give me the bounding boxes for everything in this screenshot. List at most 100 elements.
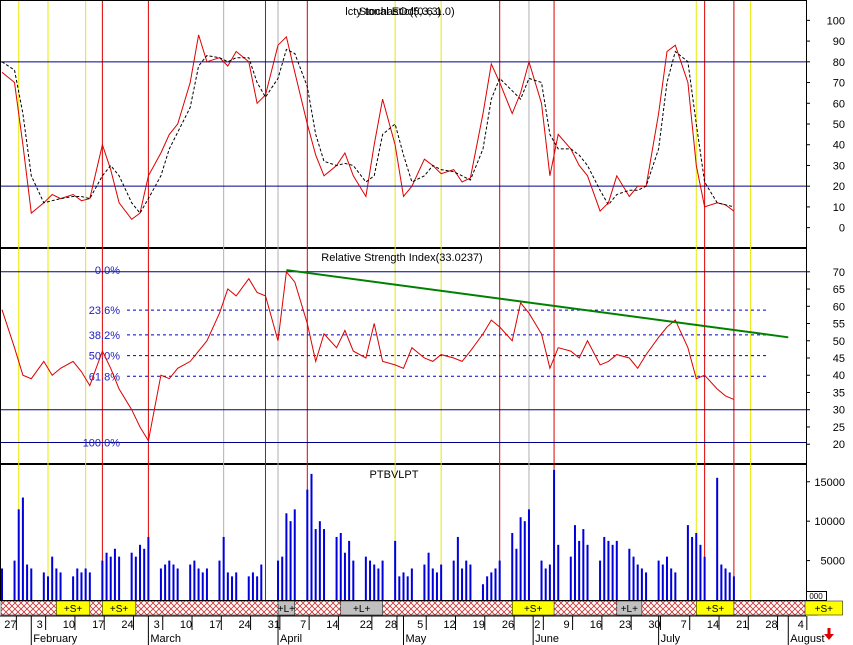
rsi-y-tick-label: 30 (833, 405, 845, 417)
month-label: May (406, 633, 427, 645)
volume-bar (511, 533, 514, 600)
volume-bar (42, 572, 45, 600)
fibonacci-label: 23.6% (89, 305, 120, 317)
volume-bar (611, 544, 614, 600)
stochastic-y-tick-label: 80 (833, 57, 845, 69)
month-label: August (790, 633, 824, 645)
volume-bar (76, 568, 79, 600)
volume-bar (281, 556, 284, 600)
volume-bar (159, 568, 162, 600)
volume-bar (615, 540, 618, 600)
volume-bar (364, 556, 367, 600)
volume-bar (691, 536, 694, 600)
volume-bar (519, 517, 522, 600)
volume-bar (548, 564, 551, 600)
stochastic-y-tick-label: 50 (833, 119, 845, 131)
volume-bar (80, 572, 83, 600)
day-tick-label: 16 (590, 619, 602, 631)
volume-bar (339, 533, 342, 600)
volume-bar (247, 576, 250, 600)
stochastic-y-tick-label: 60 (833, 98, 845, 110)
volume-bar (732, 576, 735, 600)
signal-strip-label: +L+ (621, 604, 638, 615)
volume-bar (113, 548, 116, 600)
volume-bar (402, 572, 405, 600)
volume-bar (17, 509, 20, 600)
volume-bar (310, 473, 313, 600)
volume-bar (285, 513, 288, 600)
volume-bar (410, 568, 413, 600)
rsi-y-tick-label: 25 (833, 422, 845, 434)
day-tick-label: 28 (765, 619, 777, 631)
volume-bar (139, 544, 142, 600)
month-label: June (535, 633, 559, 645)
volume-bar (481, 584, 484, 600)
month-label: February (33, 633, 78, 645)
volume-bar (695, 533, 698, 600)
volume-bar (256, 576, 259, 600)
volume-bar (435, 572, 438, 600)
volume-bar (201, 572, 204, 600)
stochastic-title: Stochastic(5,3,3) (359, 6, 442, 18)
signal-strip-label: +S+ (815, 604, 834, 615)
fibonacci-label: 38.2% (89, 330, 120, 342)
volume-bar (728, 572, 731, 600)
volume-bar (716, 477, 719, 600)
day-tick-label: 24 (121, 619, 133, 631)
volume-bar (130, 552, 133, 600)
month-label: March (150, 633, 181, 645)
volume-bar (352, 560, 355, 600)
volume-bar (427, 552, 430, 600)
volume-bar (105, 552, 108, 600)
rsi-y-tick-label: 70 (833, 267, 845, 279)
volume-bar (527, 509, 530, 600)
volume-bar (231, 576, 234, 600)
day-tick-label: 2 (534, 619, 540, 631)
volume-bar (599, 560, 602, 600)
volume-bar (55, 568, 58, 600)
volume-bar (377, 568, 380, 600)
volume-bar (636, 564, 639, 600)
volume-bar (289, 521, 292, 600)
volume-bar (582, 529, 585, 600)
scale-box-label: 000 (809, 592, 823, 601)
rsi-y-tick-label: 60 (833, 301, 845, 313)
volume-bar (381, 560, 384, 600)
volume-bar (369, 560, 372, 600)
day-tick-label: 19 (473, 619, 485, 631)
volume-bar (607, 540, 610, 600)
day-tick-label: 17 (209, 619, 221, 631)
volume-bar (13, 560, 16, 600)
volume-bar (176, 568, 179, 600)
volume-bar (665, 556, 668, 600)
rsi-y-tick-label: 55 (833, 319, 845, 331)
volume-bar (84, 568, 87, 600)
day-tick-label: 26 (502, 619, 514, 631)
volume-bar (109, 556, 112, 600)
volume-bar (452, 560, 455, 600)
volume-y-tick-label: 10000 (814, 516, 845, 528)
volume-bar (670, 568, 673, 600)
rsi-y-tick-label: 50 (833, 336, 845, 348)
volume-bar (406, 576, 409, 600)
volume-bar (348, 540, 351, 600)
rsi-y-tick-label: 35 (833, 387, 845, 399)
volume-bar (703, 556, 706, 600)
volume-bar (699, 544, 702, 600)
volume-bar (490, 572, 493, 600)
volume-bar (515, 548, 518, 600)
rsi-y-tick-label: 45 (833, 353, 845, 365)
signal-strip: +S+ +S+ +L+ +L+ +S+ +L+ +S+ +S+ (0, 600, 843, 616)
rsi-y-tick-label: 40 (833, 370, 845, 382)
volume-bar (72, 576, 75, 600)
volume-bar (628, 548, 631, 600)
fibonacci-label: 0.0% (95, 265, 120, 277)
volume-y-tick-label: 5000 (821, 556, 845, 568)
day-tick-label: 17 (92, 619, 104, 631)
volume-bar (260, 564, 263, 600)
volume-bar (724, 568, 727, 600)
day-tick-label: 3 (154, 619, 160, 631)
volume-bar (30, 568, 33, 600)
volume-bar (226, 572, 229, 600)
stochastic-y-tick-label: 30 (833, 160, 845, 172)
